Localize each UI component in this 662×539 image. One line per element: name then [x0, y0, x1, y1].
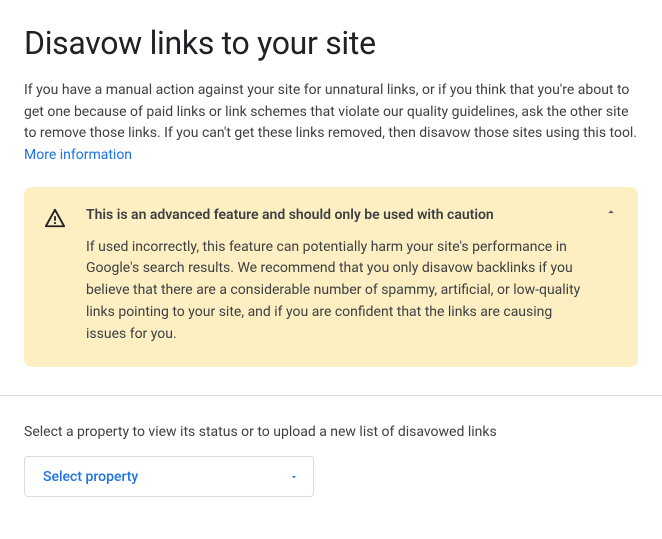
select-property-text: Select property [43, 469, 138, 485]
chevron-up-icon [604, 204, 618, 223]
warning-body: If used incorrectly, this feature can po… [86, 237, 590, 345]
warning-title: This is an advanced feature and should o… [86, 207, 590, 223]
select-property-label: Select a property to view its status or … [24, 424, 638, 440]
page-title: Disavow links to your site [24, 24, 638, 62]
warning-icon [44, 207, 66, 229]
divider [0, 395, 662, 396]
collapse-button[interactable] [602, 205, 620, 223]
warning-panel: This is an advanced feature and should o… [24, 187, 638, 367]
dropdown-arrow-icon [289, 467, 299, 486]
intro-paragraph: If you have a manual action against your… [24, 80, 638, 167]
more-information-link[interactable]: More information [24, 147, 132, 163]
warning-content: This is an advanced feature and should o… [86, 207, 590, 345]
select-property-dropdown[interactable]: Select property [24, 456, 314, 497]
intro-text: If you have a manual action against your… [24, 82, 637, 141]
